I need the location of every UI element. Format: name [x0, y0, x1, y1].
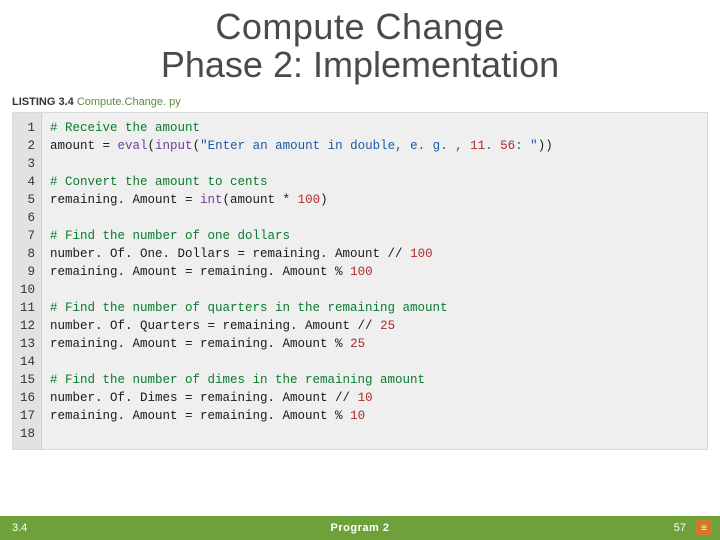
code-block: 123456789101112131415161718 # Receive th…	[12, 112, 708, 450]
footer-page: 57	[674, 522, 686, 534]
line-number: 15	[17, 371, 35, 389]
code-line	[50, 281, 699, 299]
code-line: # Receive the amount	[50, 119, 699, 137]
line-number: 3	[17, 155, 35, 173]
line-number: 4	[17, 173, 35, 191]
code-line: # Convert the amount to cents	[50, 173, 699, 191]
slide: Compute Change Phase 2: Implementation L…	[0, 0, 720, 540]
code-line	[50, 425, 699, 443]
line-number: 10	[17, 281, 35, 299]
line-number: 16	[17, 389, 35, 407]
title-line2: Phase 2: Implementation	[0, 44, 720, 86]
menu-icon[interactable]: ≡	[696, 520, 712, 536]
footer-bar: 3.4 Program 2 57 ≡	[0, 516, 720, 540]
code-line: remaining. Amount = remaining. Amount % …	[50, 407, 699, 425]
code-line: remaining. Amount = remaining. Amount % …	[50, 263, 699, 281]
line-number: 9	[17, 263, 35, 281]
code-line	[50, 155, 699, 173]
listing-label: LISTING 3.4	[12, 96, 74, 108]
line-number: 18	[17, 425, 35, 443]
line-number: 17	[17, 407, 35, 425]
line-number: 5	[17, 191, 35, 209]
footer-center: Program 2	[331, 522, 390, 534]
code-line: # Find the number of one dollars	[50, 227, 699, 245]
line-number: 13	[17, 335, 35, 353]
code-line: number. Of. One. Dollars = remaining. Am…	[50, 245, 699, 263]
line-number: 8	[17, 245, 35, 263]
code-line: number. Of. Quarters = remaining. Amount…	[50, 317, 699, 335]
listing-filename: Compute.Change. py	[77, 96, 181, 108]
code-line: amount = eval(input("Enter an amount in …	[50, 137, 699, 155]
code-line: remaining. Amount = int(amount * 100)	[50, 191, 699, 209]
code-gutter: 123456789101112131415161718	[13, 113, 42, 449]
line-number: 14	[17, 353, 35, 371]
code-line: number. Of. Dimes = remaining. Amount //…	[50, 389, 699, 407]
line-number: 7	[17, 227, 35, 245]
code-line: # Find the number of quarters in the rem…	[50, 299, 699, 317]
footer-section: 3.4	[0, 522, 39, 534]
code-line	[50, 353, 699, 371]
code-body: # Receive the amountamount = eval(input(…	[42, 113, 707, 449]
code-line	[50, 209, 699, 227]
line-number: 11	[17, 299, 35, 317]
code-line: remaining. Amount = remaining. Amount % …	[50, 335, 699, 353]
line-number: 6	[17, 209, 35, 227]
line-number: 2	[17, 137, 35, 155]
line-number: 12	[17, 317, 35, 335]
slide-title: Compute Change Phase 2: Implementation	[0, 6, 720, 86]
line-number: 1	[17, 119, 35, 137]
title-line1: Compute Change	[0, 6, 720, 48]
listing-caption: LISTING 3.4 Compute.Change. py	[12, 96, 708, 108]
code-line: # Find the number of dimes in the remain…	[50, 371, 699, 389]
